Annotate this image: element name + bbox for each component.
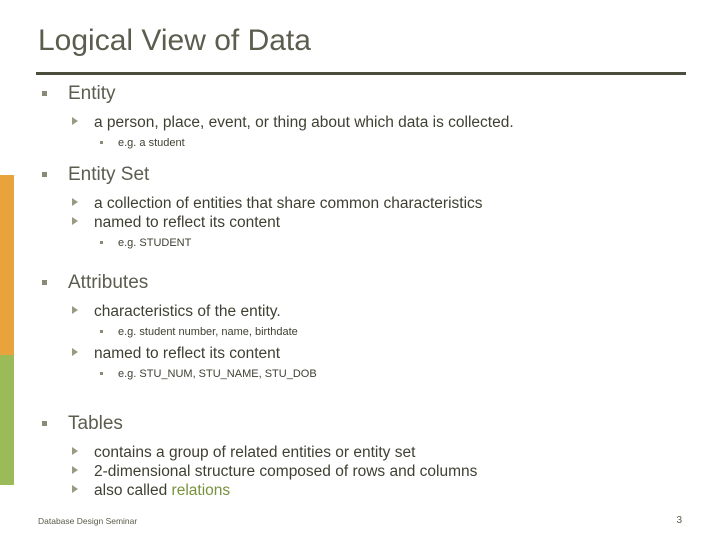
entity-example-label: e.g. a student	[118, 137, 185, 149]
tables-definition-label: contains a group of related entities or …	[94, 444, 416, 461]
tables-relations-prefix: also called	[94, 482, 172, 499]
attributes-example-2-label: e.g. STU_NUM, STU_NAME, STU_DOB	[118, 368, 317, 380]
square-bullet-icon	[42, 421, 47, 426]
triangle-bullet-icon	[72, 217, 78, 225]
tables-structure-label: 2-dimensional structure composed of rows…	[94, 463, 478, 480]
tables-structure: 2-dimensional structure composed of rows…	[36, 462, 686, 481]
attributes-naming: named to reflect its content	[36, 344, 686, 363]
section-heading-entity-set: Entity Set	[36, 163, 686, 187]
entity-definition-label: a person, place, event, or thing about w…	[94, 114, 514, 131]
dot-bullet-icon	[100, 330, 103, 333]
section-heading-attributes: Attributes	[36, 271, 686, 295]
triangle-bullet-icon	[72, 198, 78, 206]
entity-example: e.g. a student	[36, 136, 686, 151]
section-heading-label: Entity Set	[68, 164, 150, 185]
entity-set-naming: named to reflect its content	[36, 213, 686, 232]
tables-relations-highlight: relations	[171, 482, 231, 499]
dot-bullet-icon	[100, 141, 103, 144]
slide: Logical View of Data Entity a person, pl…	[0, 0, 720, 540]
entity-set-definition: a collection of entities that share comm…	[36, 194, 686, 213]
section-heading-label: Entity	[68, 83, 116, 104]
attributes-naming-label: named to reflect its content	[94, 345, 281, 362]
footer-page-number: 3	[676, 515, 682, 526]
triangle-bullet-icon	[72, 306, 78, 314]
entity-set-example: e.g. STUDENT	[36, 236, 686, 251]
triangle-bullet-icon	[72, 117, 78, 125]
dot-bullet-icon	[100, 372, 103, 375]
left-accent-bar-top	[0, 0, 14, 175]
tables-relations: also called relations	[36, 481, 686, 500]
footer-seminar-name: Database Design Seminar	[38, 516, 138, 526]
attributes-example-1: e.g. student number, name, birthdate	[36, 325, 686, 340]
section-heading-label: Tables	[68, 413, 123, 434]
square-bullet-icon	[42, 280, 47, 285]
entity-set-example-label: e.g. STUDENT	[118, 237, 192, 249]
attributes-definition: characteristics of the entity.	[36, 302, 686, 321]
attributes-example-1-label: e.g. student number, name, birthdate	[118, 326, 298, 338]
triangle-bullet-icon	[72, 485, 78, 493]
left-accent-bar-green	[0, 355, 14, 485]
tables-definition: contains a group of related entities or …	[36, 443, 686, 462]
entity-set-naming-label: named to reflect its content	[94, 214, 281, 231]
section-heading-label: Attributes	[68, 272, 149, 293]
entity-definition: a person, place, event, or thing about w…	[36, 113, 686, 132]
page-title: Logical View of Data	[38, 24, 311, 57]
section-heading-tables: Tables	[36, 412, 686, 436]
triangle-bullet-icon	[72, 466, 78, 474]
square-bullet-icon	[42, 91, 47, 96]
left-accent-bar-orange	[0, 175, 14, 355]
attributes-example-2: e.g. STU_NUM, STU_NAME, STU_DOB	[36, 367, 686, 382]
attributes-definition-label: characteristics of the entity.	[94, 303, 281, 320]
triangle-bullet-icon	[72, 348, 78, 356]
slide-content: Entity a person, place, event, or thing …	[36, 82, 686, 500]
section-heading-entity: Entity	[36, 82, 686, 106]
title-divider	[36, 72, 686, 75]
dot-bullet-icon	[100, 241, 103, 244]
square-bullet-icon	[42, 172, 47, 177]
triangle-bullet-icon	[72, 447, 78, 455]
entity-set-definition-label: a collection of entities that share comm…	[94, 195, 483, 212]
